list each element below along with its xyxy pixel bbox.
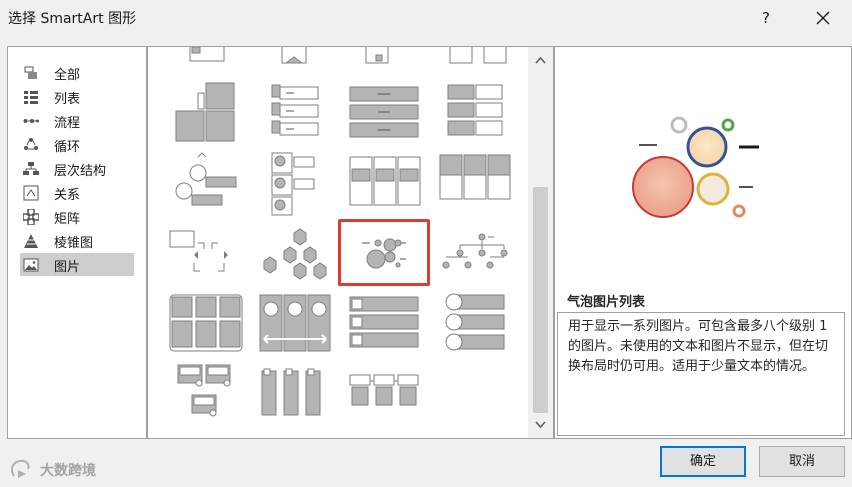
chevron-up-icon (535, 56, 546, 64)
category-label: 层次结构 (54, 164, 107, 179)
dialog-title: 选择 SmartArt 图形 (8, 11, 137, 27)
category-hierarchy[interactable]: 层次结构 (20, 157, 134, 180)
ok-button[interactable]: 确定 (660, 446, 746, 477)
hierarchy-icon (23, 162, 39, 175)
scroll-down-button[interactable] (528, 412, 553, 438)
category-matrix[interactable]: 矩阵 (20, 205, 134, 228)
list-icon (24, 91, 38, 104)
gallery-grid (148, 47, 528, 438)
title-bar: 选择 SmartArt 图形 ? (0, 0, 852, 36)
category-relationship[interactable]: 关系 (20, 181, 134, 204)
layout-gallery (147, 46, 554, 439)
category-label: 全部 (54, 68, 81, 83)
layout-description: 用于显示一系列图片。可包含最多八个级别 1 的图片。未使用的文本和图片不显示，但… (557, 312, 845, 436)
category-label: 棱锥图 (54, 236, 94, 251)
layout-thumbnail[interactable] (258, 361, 338, 427)
category-label: 矩阵 (54, 212, 81, 227)
cycle-icon (24, 138, 38, 150)
scroll-thumb[interactable] (533, 187, 548, 413)
layout-thumbnail[interactable] (258, 81, 338, 147)
watermark-logo-icon (11, 459, 30, 478)
layout-thumbnail[interactable] (438, 151, 518, 217)
category-label: 图片 (54, 260, 81, 275)
preview-panel: 气泡图片列表 用于显示一系列图片。可包含最多八个级别 1 的图片。未使用的文本和… (554, 46, 852, 439)
layout-preview-image (632, 116, 759, 218)
layout-thumbnail[interactable] (168, 361, 248, 427)
layout-thumbnail[interactable] (438, 81, 518, 147)
layout-thumbnail[interactable] (438, 291, 518, 357)
selected-layout-outline (338, 219, 430, 286)
help-button[interactable]: ? (752, 4, 780, 32)
watermark-text: 大数跨境 (40, 463, 96, 479)
relationship-icon (23, 185, 39, 201)
layout-thumbnail[interactable] (258, 291, 338, 357)
category-all[interactable]: 全部 (20, 61, 134, 84)
cancel-button[interactable]: 取消 (759, 446, 845, 477)
picture-icon (23, 258, 39, 272)
close-button[interactable] (806, 4, 840, 32)
pyramid-icon (24, 234, 38, 248)
layout-thumbnail[interactable] (168, 81, 248, 147)
layout-thumbnail[interactable] (168, 221, 248, 287)
category-label: 列表 (54, 92, 81, 107)
category-label: 关系 (54, 188, 81, 203)
category-process[interactable]: 流程 (20, 109, 134, 132)
layout-thumbnail[interactable] (168, 151, 248, 217)
layout-thumbnail[interactable] (348, 151, 428, 217)
process-icon (23, 119, 39, 123)
layout-thumbnail[interactable] (258, 221, 338, 287)
layout-thumbnail[interactable] (348, 291, 428, 357)
category-label: 流程 (54, 116, 81, 131)
category-picture[interactable]: 图片 (20, 253, 134, 276)
layout-name: 气泡图片列表 (567, 295, 646, 310)
matrix-icon (23, 209, 39, 225)
close-icon (816, 11, 830, 25)
category-cycle[interactable]: 循环 (20, 133, 134, 156)
watermark: 大数跨境 (8, 458, 118, 480)
layout-thumbnail[interactable] (438, 221, 518, 287)
layout-thumbnail[interactable] (168, 291, 248, 357)
gallery-scrollbar[interactable] (528, 47, 553, 438)
layout-thumbnail[interactable] (348, 81, 428, 147)
layout-thumbnail[interactable] (258, 151, 338, 217)
layout-thumbnail[interactable] (348, 361, 428, 427)
chevron-down-icon (535, 421, 546, 429)
scroll-up-button[interactable] (528, 47, 553, 73)
category-list-item[interactable]: 列表 (20, 85, 134, 108)
all-icon (24, 66, 37, 79)
category-label: 循环 (54, 140, 81, 155)
category-pyramid[interactable]: 棱锥图 (20, 229, 134, 252)
category-list: 全部 列表 流程 循环 层次结构 关系 矩阵 棱锥图 图片 (7, 46, 147, 439)
